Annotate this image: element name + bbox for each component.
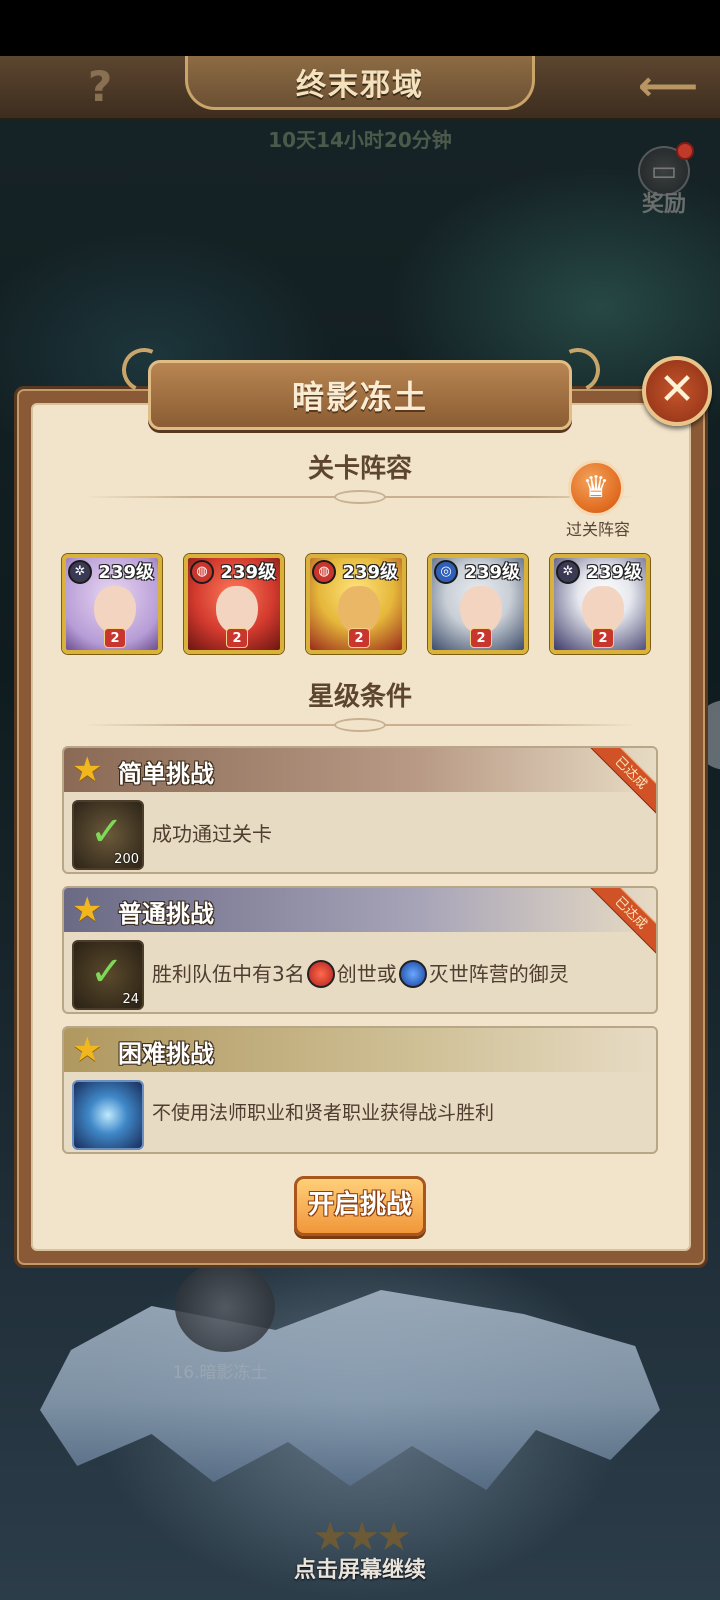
creation-faction-icon: ◍ <box>312 560 336 584</box>
hero-level: 239级 <box>586 562 642 583</box>
hero-star-count: 2 <box>470 628 492 648</box>
clear-lineup-label: 过关阵容 <box>565 520 630 539</box>
hero-face <box>460 586 502 634</box>
creation-faction-icon <box>306 959 335 988</box>
level-node-icon[interactable] <box>175 1262 275 1352</box>
reward-item-icon[interactable]: ✓ 24 <box>72 940 144 1010</box>
dialog-title: 暗影冻土 <box>291 378 428 416</box>
challenge-title: 简单挑战 <box>118 760 214 788</box>
back-arrow-icon[interactable]: ⟵ <box>638 64 698 108</box>
hero-card-5[interactable]: ✲ 239级 2 <box>550 554 650 654</box>
star-icon: ★ <box>72 1030 103 1070</box>
reward-count: 24 <box>122 992 139 1007</box>
hero-face <box>94 586 136 634</box>
star-conditions-heading: 星级条件 <box>307 682 412 712</box>
desc-part: 创世或 <box>336 962 397 986</box>
hero-level: 239级 <box>464 562 520 583</box>
destruction-faction-icon <box>398 959 427 988</box>
hero-level: 239级 <box>98 562 154 583</box>
hero-card-4[interactable]: ◎ 239级 2 <box>428 554 528 654</box>
hero-level: 239级 <box>342 562 398 583</box>
desc-part: 灭世阵营的御灵 <box>428 962 569 986</box>
destruction-faction-icon: ◎ <box>434 560 458 584</box>
challenge-normal: ★ 普通挑战 已达成 ✓ 24 胜利队伍中有3名 创世或 灭世阵营的御灵 <box>62 886 658 1014</box>
tap-to-continue[interactable]: 点击屏幕继续 <box>0 1552 720 1584</box>
hero-card-3[interactable]: ◍ 239级 2 <box>306 554 406 654</box>
hero-face <box>582 586 624 634</box>
level-node-label: 16.暗影冻土 <box>172 1363 268 1383</box>
challenge-title: 普通挑战 <box>118 900 214 928</box>
status-bar <box>0 0 720 56</box>
hero-star-count: 2 <box>104 628 126 648</box>
notification-dot <box>676 142 694 160</box>
crown-icon: ♛ <box>568 460 624 516</box>
reward-label: 奖励 <box>641 192 686 217</box>
close-icon[interactable]: ✕ <box>642 356 712 426</box>
divider-ornament <box>334 718 386 732</box>
star-icon: ★ <box>72 890 103 930</box>
challenge-title: 困难挑战 <box>118 1040 214 1068</box>
hero-face <box>338 586 380 634</box>
top-title-plate: 终末邪域 <box>185 56 535 110</box>
hero-star-count: 2 <box>592 628 614 648</box>
hero-level: 239级 <box>220 562 276 583</box>
clear-lineup-button[interactable]: ♛ 过关阵容 <box>558 460 638 540</box>
hero-face <box>216 586 258 634</box>
challenge-description: 不使用法师职业和贤者职业获得战斗胜利 <box>152 1102 495 1124</box>
challenge-hard: ★ 困难挑战 不使用法师职业和贤者职业获得战斗胜利 <box>62 1026 658 1154</box>
desc-part: 胜利队伍中有3名 <box>152 962 305 986</box>
hero-card-2[interactable]: ◍ 239级 2 <box>184 554 284 654</box>
hero-star-count: 2 <box>226 628 248 648</box>
help-button[interactable]: ? <box>78 62 122 112</box>
creation-faction-icon: ◍ <box>190 560 214 584</box>
reward-button[interactable]: ▭ 奖励 <box>632 142 696 218</box>
challenge-easy: ★ 简单挑战 已达成 ✓ 200 成功通过关卡 <box>62 746 658 874</box>
event-timer: 10天14小时20分钟 <box>268 128 452 152</box>
dark-faction-icon: ✲ <box>556 560 580 584</box>
reward-chest-icon[interactable]: ✓ 200 <box>72 800 144 870</box>
start-challenge-button[interactable]: 开启挑战 <box>294 1176 426 1236</box>
checkmark-icon: ✓ <box>90 809 124 855</box>
hero-card-1[interactable]: ✲ 239级 2 <box>62 554 162 654</box>
dark-faction-icon: ✲ <box>68 560 92 584</box>
crystal-orb-icon[interactable] <box>72 1080 144 1150</box>
top-title: 终末邪域 <box>296 67 424 103</box>
challenge-description: 胜利队伍中有3名 创世或 灭世阵营的御灵 <box>152 958 569 990</box>
reward-count: 200 <box>114 852 139 867</box>
dialog-title-banner: 暗影冻土 <box>148 360 572 430</box>
star-icon: ★ <box>72 750 103 790</box>
challenge-description: 成功通过关卡 <box>152 822 272 846</box>
divider-ornament <box>334 490 386 504</box>
checkmark-icon: ✓ <box>90 949 124 995</box>
hero-star-count: 2 <box>348 628 370 648</box>
